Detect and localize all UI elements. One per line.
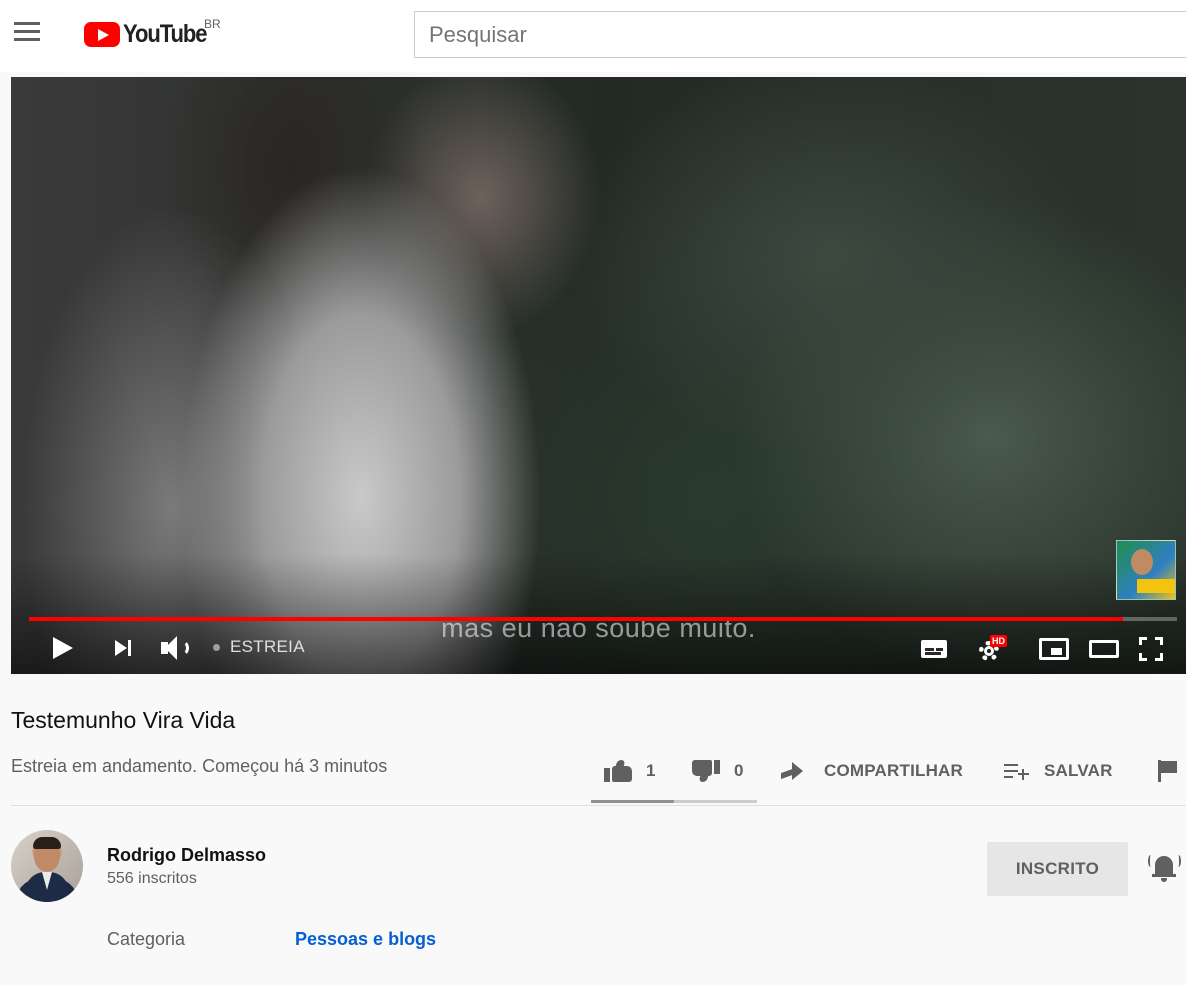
playlist-add-icon bbox=[1004, 762, 1030, 780]
progress-bar-fill bbox=[29, 617, 1124, 621]
subtitles-icon[interactable] bbox=[921, 640, 947, 658]
theater-mode-icon[interactable] bbox=[1089, 640, 1119, 658]
sentiment-bar bbox=[591, 800, 757, 803]
flag-icon bbox=[1158, 760, 1178, 782]
category-link[interactable]: Pessoas e blogs bbox=[295, 929, 436, 950]
fullscreen-icon[interactable] bbox=[1139, 637, 1163, 661]
miniplayer-icon[interactable] bbox=[1039, 638, 1069, 660]
logo-wordmark: YouTube bbox=[123, 20, 208, 48]
thumbs-down-icon bbox=[692, 760, 720, 782]
thumbs-up-icon bbox=[604, 760, 632, 782]
youtube-logo[interactable]: YouTube BR bbox=[84, 17, 221, 53]
gear-icon[interactable]: HD bbox=[977, 635, 1007, 663]
save-label: SALVAR bbox=[1044, 761, 1113, 780]
live-dot-icon bbox=[213, 644, 220, 651]
like-count: 1 bbox=[646, 761, 656, 780]
subscribed-button[interactable]: INSCRITO bbox=[987, 842, 1128, 896]
like-button[interactable]: 1 bbox=[604, 756, 656, 786]
video-title: Testemunho Vira Vida bbox=[11, 707, 236, 733]
country-code: BR bbox=[204, 17, 221, 31]
share-label: COMPARTILHAR bbox=[824, 761, 964, 780]
hd-badge: HD bbox=[990, 635, 1007, 647]
share-button[interactable]: COMPARTILHAR bbox=[780, 756, 963, 786]
dislike-count: 0 bbox=[734, 761, 744, 780]
next-icon[interactable] bbox=[115, 640, 135, 656]
channel-avatar[interactable] bbox=[11, 830, 83, 902]
video-player[interactable]: mas eu não soube muito. ESTREIA HD bbox=[11, 77, 1186, 674]
dislike-button[interactable]: 0 bbox=[692, 756, 744, 786]
search-input[interactable] bbox=[414, 11, 1186, 58]
progress-bar[interactable] bbox=[29, 617, 1177, 621]
report-button[interactable] bbox=[1158, 756, 1178, 786]
divider bbox=[11, 805, 1186, 806]
subscriber-count: 556 inscritos bbox=[107, 870, 197, 887]
action-bar: 1 0 COMPARTILHAR SALVAR bbox=[0, 756, 1186, 786]
menu-icon[interactable] bbox=[14, 22, 42, 46]
play-logo-icon bbox=[84, 22, 120, 47]
masthead: YouTube BR bbox=[0, 0, 1186, 72]
channel-name[interactable]: Rodrigo Delmasso bbox=[107, 845, 266, 866]
sentiment-bar-fill bbox=[591, 800, 674, 803]
notification-bell-icon[interactable] bbox=[1148, 853, 1181, 883]
channel-watermark[interactable] bbox=[1116, 540, 1176, 600]
category-label: Categoria bbox=[107, 929, 186, 949]
play-icon[interactable] bbox=[53, 637, 73, 659]
save-button[interactable]: SALVAR bbox=[1004, 756, 1113, 786]
premiere-label: ESTREIA bbox=[230, 637, 305, 656]
share-arrow-icon bbox=[780, 762, 804, 780]
volume-icon[interactable] bbox=[161, 636, 191, 660]
